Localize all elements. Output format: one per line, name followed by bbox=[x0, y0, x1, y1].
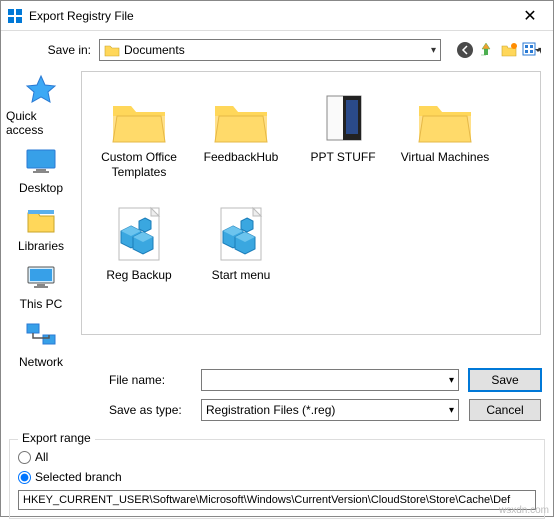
filename-input[interactable]: ▾ bbox=[201, 369, 459, 391]
star-icon bbox=[22, 73, 60, 107]
place-label: Quick access bbox=[6, 109, 76, 137]
export-range-legend: Export range bbox=[18, 431, 95, 445]
watermark: wsxdn.com bbox=[499, 505, 549, 516]
radio-all[interactable] bbox=[18, 451, 31, 464]
savetype-label: Save as type: bbox=[81, 403, 201, 417]
places-bar: Quick access Desktop Libraries This PC N… bbox=[1, 69, 81, 369]
place-label: Network bbox=[19, 355, 63, 369]
place-quick-access[interactable]: Quick access bbox=[6, 73, 76, 137]
up-button[interactable] bbox=[477, 40, 497, 60]
savetype-dropdown[interactable]: Registration Files (*.reg) ▾ bbox=[201, 399, 459, 421]
new-folder-button[interactable] bbox=[499, 40, 519, 60]
item-label: Virtual Machines bbox=[401, 150, 490, 165]
item-folder[interactable]: Virtual Machines bbox=[394, 78, 496, 196]
item-label: Custom Office Templates bbox=[90, 150, 188, 180]
radio-selected[interactable] bbox=[18, 471, 31, 484]
item-reg-file[interactable]: Start menu bbox=[190, 196, 292, 314]
item-folder[interactable]: Custom Office Templates bbox=[88, 78, 190, 196]
libraries-icon bbox=[22, 203, 60, 237]
place-label: Desktop bbox=[19, 181, 63, 195]
folder-icon bbox=[209, 82, 273, 146]
desktop-icon bbox=[22, 145, 60, 179]
svg-text:▾: ▾ bbox=[538, 43, 541, 57]
save-button[interactable]: Save bbox=[469, 369, 541, 391]
chevron-down-icon[interactable]: ▾ bbox=[449, 375, 454, 386]
item-label: FeedbackHub bbox=[204, 150, 279, 165]
reg-file-icon bbox=[107, 200, 171, 264]
item-label: Start menu bbox=[212, 268, 271, 283]
item-reg-file[interactable]: Reg Backup bbox=[88, 196, 190, 314]
reg-file-icon bbox=[209, 200, 273, 264]
item-folder[interactable]: FeedbackHub bbox=[190, 78, 292, 196]
place-desktop[interactable]: Desktop bbox=[6, 145, 76, 195]
place-label: This PC bbox=[20, 297, 63, 311]
savetype-value: Registration Files (*.reg) bbox=[206, 403, 449, 417]
branch-path-input[interactable] bbox=[18, 490, 536, 510]
file-list-pane[interactable]: Custom Office Templates FeedbackHub PPT … bbox=[81, 71, 541, 335]
save-in-label: Save in: bbox=[1, 43, 99, 57]
book-icon bbox=[311, 82, 375, 146]
pc-icon bbox=[22, 261, 60, 295]
app-icon bbox=[7, 8, 23, 24]
chevron-down-icon: ▾ bbox=[449, 405, 454, 416]
filename-text[interactable] bbox=[206, 371, 449, 389]
cancel-button[interactable]: Cancel bbox=[469, 399, 541, 421]
folder-icon bbox=[107, 82, 171, 146]
item-label: Reg Backup bbox=[106, 268, 171, 283]
folder-icon bbox=[413, 82, 477, 146]
export-range-group: Export range All Selected branch bbox=[9, 439, 545, 519]
save-in-dropdown[interactable]: Documents ▾ bbox=[99, 39, 441, 61]
place-network[interactable]: Network bbox=[6, 319, 76, 369]
window-title: Export Registry File bbox=[29, 9, 507, 23]
close-button[interactable]: ✕ bbox=[507, 1, 553, 31]
view-menu-button[interactable]: ▾ bbox=[521, 40, 541, 60]
place-libraries[interactable]: Libraries bbox=[6, 203, 76, 253]
place-label: Libraries bbox=[18, 239, 64, 253]
back-button[interactable] bbox=[455, 40, 475, 60]
item-label: PPT STUFF bbox=[310, 150, 375, 165]
export-all-radio[interactable]: All bbox=[18, 450, 536, 464]
save-in-value: Documents bbox=[124, 43, 431, 57]
export-selected-radio[interactable]: Selected branch bbox=[18, 470, 536, 484]
item-folder[interactable]: PPT STUFF bbox=[292, 78, 394, 196]
network-icon bbox=[22, 319, 60, 353]
folder-icon bbox=[104, 43, 120, 57]
chevron-down-icon: ▾ bbox=[431, 45, 436, 56]
filename-label: File name: bbox=[81, 373, 201, 387]
place-this-pc[interactable]: This PC bbox=[6, 261, 76, 311]
